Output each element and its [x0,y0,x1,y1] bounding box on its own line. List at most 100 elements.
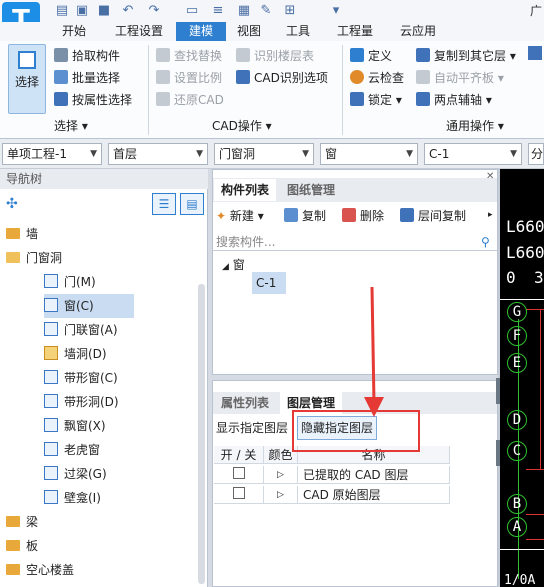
open-icon[interactable]: ▣ [74,3,90,19]
axis-label-d: D [507,410,527,430]
menu-project-settings[interactable]: 工程设置 [108,22,170,41]
floor-select-value: 首层 [113,147,138,161]
expand-icon[interactable]: ▷ [264,486,298,504]
more-ribbon-icon[interactable] [528,46,542,60]
type-select[interactable]: 窗 ▼ [320,143,418,165]
expand-icon[interactable]: ▷ [264,466,298,484]
undo-icon[interactable]: ↶ [120,3,136,19]
batch-select-button[interactable]: 批量选择 [54,68,120,88]
cad-options-button[interactable]: CAD识别选项 [236,68,328,88]
cad-red-line [526,309,544,310]
tree-item-slab[interactable]: 板 [6,534,38,558]
copy-component-label: 复制 [302,209,327,223]
save-icon[interactable]: ■ [96,3,112,19]
nav-scrollbar[interactable] [198,284,205,584]
wall-opening-icon [44,346,58,360]
door-icon [44,274,58,288]
find-replace-label: 查找替换 [174,49,223,63]
tree-item-strip-window[interactable]: 带形窗(C) [44,366,118,390]
extra-select[interactable]: 分 [528,143,544,165]
more-icon[interactable]: ▸ [488,210,493,220]
category-select-value: 门窗洞 [219,147,256,161]
select-button[interactable]: 选择 [8,44,46,114]
menu-tools[interactable]: 工具 [278,22,318,41]
interfloor-copy-label: 层间复制 [418,209,467,223]
two-point-axis-button[interactable]: 两点辅轴 ▾ [416,90,492,110]
strip-opening-icon [44,394,58,408]
navigation-title: 导航树 [0,169,208,189]
show-layer-button[interactable]: 显示指定图层 [216,418,288,438]
tree-item-hollow-floor[interactable]: 空心楼盖 [6,558,74,582]
category-select[interactable]: 门窗洞 ▼ [214,143,314,165]
tree-item-label: 梁 [26,515,39,529]
search-icon[interactable]: ⚲ [481,235,490,249]
identify-floor-table-button[interactable]: 识别楼层表 [236,46,314,66]
tree-item-lintel[interactable]: 过梁(G) [44,462,107,486]
axis-label-c: C [507,441,527,461]
layer-checkbox[interactable] [232,487,245,499]
layer-checkbox[interactable] [232,467,245,479]
detail-view-icon[interactable]: ▤ [180,193,204,215]
doc-icon[interactable]: ▤ [54,3,70,19]
layer-row-extracted[interactable]: 已提取的 CAD 图层 [298,466,450,484]
tree-item-bay-window[interactable]: 飘窗(X) [44,414,106,438]
cloud-check-button[interactable]: 云检查 [350,68,404,88]
auto-align-slab-button[interactable]: 自动平齐板 ▾ [416,68,504,88]
copy-to-other-floor-button[interactable]: 复制到其它层 ▾ [416,46,516,66]
tree-item-label: 壁龛(I) [64,491,101,505]
expand-icon: ◢ [222,262,229,272]
component-select[interactable]: C-1 ▼ [424,143,522,165]
interfloor-copy-button[interactable]: 层间复制 [400,206,466,226]
pin-icon[interactable]: ✣ [6,196,18,212]
window-icon[interactable]: ▭ [184,3,200,19]
project-select[interactable]: 单项工程-1 ▼ [2,143,102,165]
tab-drawing-manage[interactable]: 图纸管理 [280,179,342,201]
tree-item-door-window[interactable]: 门窗洞 [6,246,62,270]
restore-icon [156,92,170,106]
delete-component-button[interactable]: 删除 [342,206,384,226]
tree-item-niche[interactable]: 壁龛(I) [44,486,101,510]
component-c1[interactable]: C-1 [252,272,286,294]
tab-component-list[interactable]: 构件列表 [214,179,276,201]
select-by-attribute-button[interactable]: 按属性选择 [54,90,132,110]
tab-property-list[interactable]: 属性列表 [214,392,276,414]
tree-item-label: 带形窗(C) [64,371,118,385]
tree-item-dormer[interactable]: 老虎窗 [44,438,100,462]
calc-icon[interactable]: ▦ [236,3,252,19]
set-scale-button[interactable]: 设置比例 [156,68,222,88]
tree-item-wall[interactable]: 墙 [6,222,38,246]
menu-cloud[interactable]: 云应用 [392,22,444,41]
tree-root-window[interactable]: ◢ 窗 [222,256,245,273]
redo-icon[interactable]: ↷ [146,3,162,19]
pick-component-button[interactable]: 拾取构件 [54,46,120,66]
more-icon[interactable]: ▾ [328,3,344,19]
menu-view[interactable]: 视图 [230,22,268,41]
copy-component-button[interactable]: 复制 [284,206,326,226]
eq-icon[interactable]: ≡ [210,3,226,19]
find-replace-button[interactable]: 查找替换 [156,46,222,66]
pin-icon[interactable]: ✕ [486,171,494,182]
tree-item-window[interactable]: 窗(C) [44,294,134,318]
table-icon[interactable]: ⊞ [282,3,298,19]
tree-item-strip-opening[interactable]: 带形洞(D) [44,390,119,414]
component-search-input[interactable]: 搜索构件... [213,233,497,251]
menu-start[interactable]: 开始 [52,22,96,41]
new-component-button[interactable]: ✦ 新建 ▾ [216,206,264,226]
tree-item-label: 门联窗(A) [64,323,118,337]
lock-button[interactable]: 锁定 ▾ [350,90,402,110]
edit-icon[interactable]: ✎ [258,3,274,19]
menu-quantity[interactable]: 工程量 [330,22,380,41]
cad-canvas[interactable]: L6600 L6600 0 3 G F E D C B A 1/0A [500,169,544,587]
define-button[interactable]: 定义 [350,46,392,66]
type-select-value: 窗 [325,147,338,161]
strip-window-icon [44,370,58,384]
tree-item-door[interactable]: 门(M) [44,270,134,294]
layer-row-original[interactable]: CAD 原始图层 [298,486,450,504]
restore-cad-button[interactable]: 还原CAD [156,90,224,110]
list-view-icon[interactable]: ☰ [152,193,176,215]
tree-item-wall-opening[interactable]: 墙洞(D) [44,342,107,366]
tree-item-door-window-combo[interactable]: 门联窗(A) [44,318,118,342]
menu-modeling[interactable]: 建模 [176,22,226,41]
floor-select[interactable]: 首层 ▼ [108,143,208,165]
tree-item-beam[interactable]: 梁 [6,510,38,534]
